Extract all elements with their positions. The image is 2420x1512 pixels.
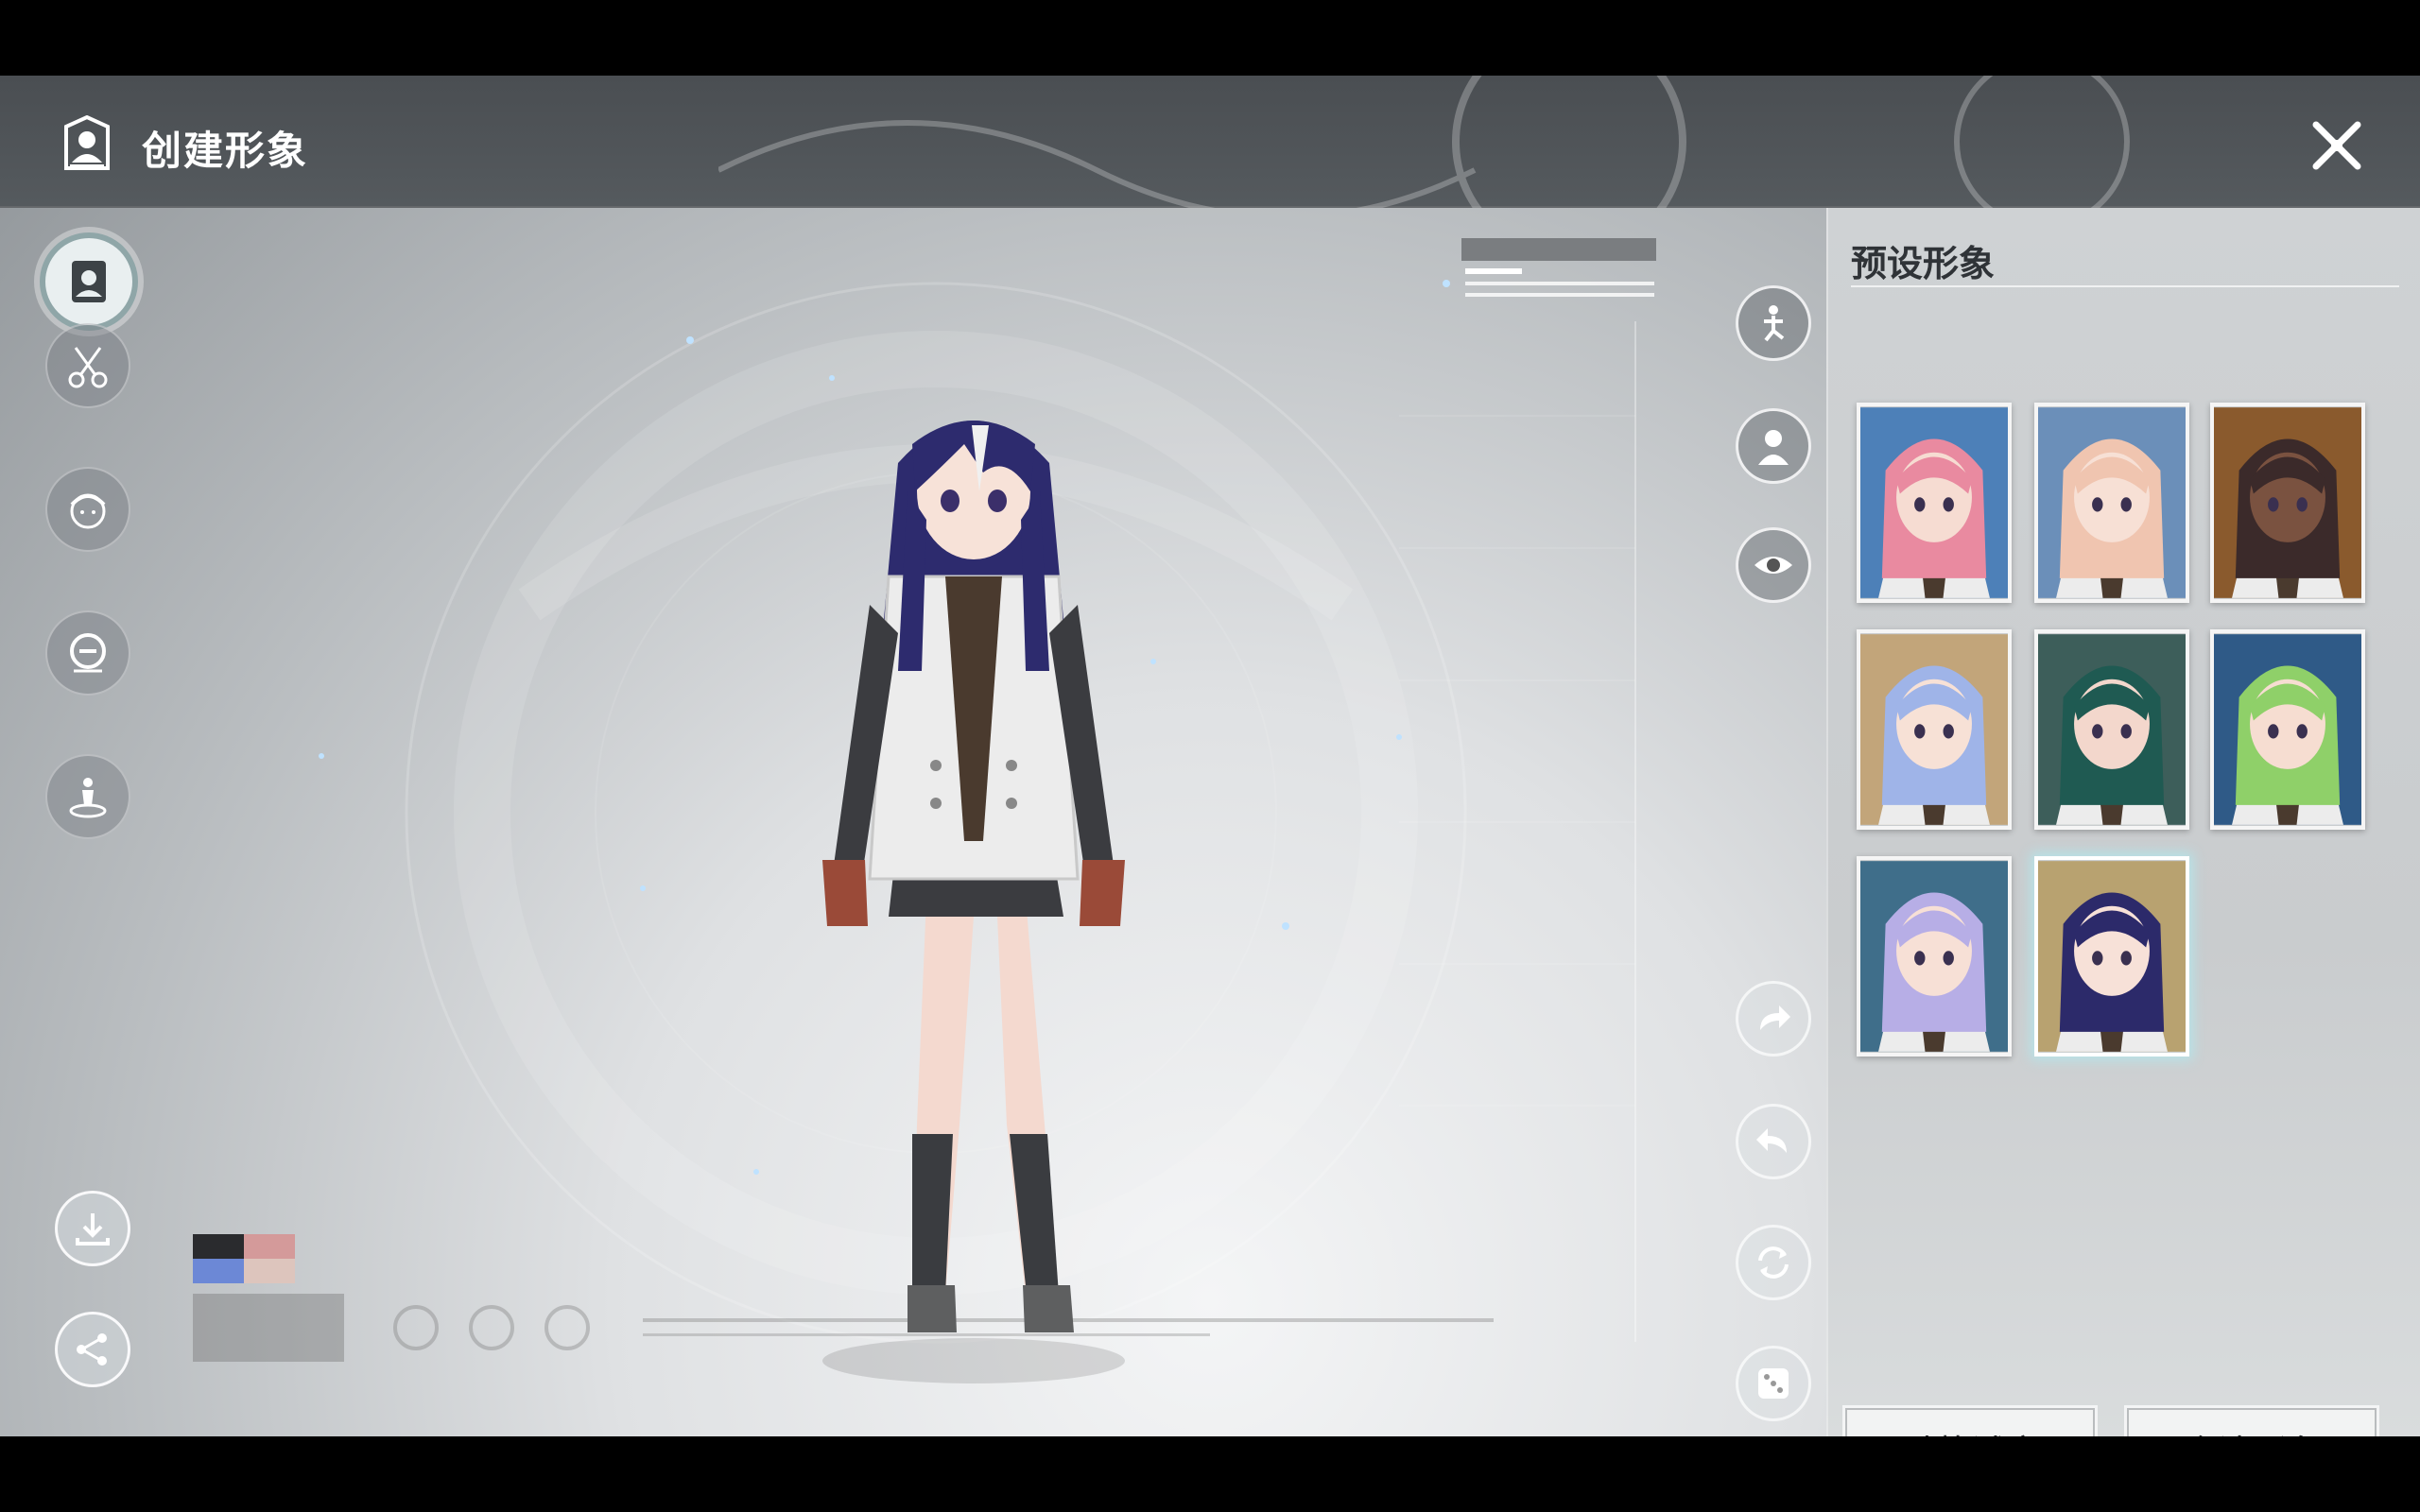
letterbox-top (0, 0, 2420, 76)
preset-portrait (2038, 407, 2186, 598)
preset-portrait (1860, 407, 2008, 598)
reset-button[interactable] (1736, 1225, 1811, 1300)
undo-icon (1756, 1128, 1787, 1153)
nav-preset-button[interactable] (40, 232, 138, 331)
face-icon (70, 493, 106, 529)
undo-button[interactable] (1736, 1104, 1811, 1179)
preset-panel: 预设形象 时装试穿 确认形象 (1826, 208, 2420, 1436)
page-title: 创建形象 (142, 128, 309, 174)
confirm-appearance-button[interactable]: 确认形象 (2124, 1405, 2379, 1436)
pose-icon (1764, 305, 1785, 342)
letterbox-bottom (0, 1436, 2420, 1512)
redo-icon (1760, 1005, 1790, 1030)
nav-body-button[interactable] (45, 754, 130, 839)
character-model[interactable] (794, 387, 1153, 1436)
dice-icon (1758, 1368, 1789, 1399)
preset-portrait (2214, 634, 2361, 825)
panel-title: 预设形象 (1851, 243, 1996, 284)
share-icon (77, 1333, 107, 1366)
decorative-info-plate (1461, 238, 1656, 297)
color-swatch[interactable] (244, 1259, 295, 1283)
eye-icon (1754, 557, 1792, 574)
preset-thumbnail[interactable] (2210, 403, 2365, 603)
color-swatch[interactable] (244, 1234, 295, 1259)
figure-pedestal-icon (69, 778, 107, 818)
nav-hairstyle-button[interactable] (45, 323, 130, 408)
color-swatch[interactable] (193, 1259, 244, 1283)
character-creation-stage: 创建形象 预设形象 (0, 76, 2420, 1436)
preset-portrait (2214, 407, 2361, 598)
panel-divider (1851, 285, 2399, 287)
preset-thumbnail[interactable] (1857, 856, 2012, 1057)
portrait-card-icon (72, 261, 106, 302)
download-icon (76, 1213, 110, 1246)
bust-icon (1758, 430, 1789, 465)
preset-thumbnail[interactable] (2210, 629, 2365, 830)
preset-thumbnail[interactable] (2034, 629, 2189, 830)
header-ornament (718, 76, 2130, 208)
preset-thumbnail[interactable] (2034, 856, 2189, 1057)
redo-button[interactable] (1736, 981, 1811, 1057)
preset-thumbnail[interactable] (1857, 403, 2012, 603)
character-card-icon (64, 115, 110, 170)
preset-portrait (2038, 634, 2186, 825)
try-outfit-button[interactable]: 时装试穿 (1842, 1405, 2098, 1436)
view-toggle-button[interactable] (1736, 527, 1811, 603)
preset-portrait (1860, 861, 2008, 1052)
close-x-icon (2312, 121, 2361, 170)
preset-portrait (2038, 861, 2186, 1052)
preset-portrait (1860, 634, 2008, 825)
bust-button[interactable] (1736, 408, 1811, 484)
close-button[interactable] (2307, 115, 2367, 176)
reset-icon (1758, 1246, 1789, 1279)
share-button[interactable] (55, 1312, 130, 1387)
pose-button[interactable] (1736, 285, 1811, 361)
download-button[interactable] (55, 1191, 130, 1266)
scissors-icon (68, 347, 108, 388)
top-header: 创建形象 (0, 76, 2420, 208)
preset-thumbnail[interactable] (1857, 629, 2012, 830)
nav-face-button[interactable] (45, 467, 130, 552)
preset-thumbnail[interactable] (2034, 403, 2189, 603)
color-swatch[interactable] (193, 1234, 244, 1259)
nav-makeup-button[interactable] (45, 610, 130, 696)
compact-icon (70, 633, 106, 673)
random-button[interactable] (1736, 1346, 1811, 1421)
